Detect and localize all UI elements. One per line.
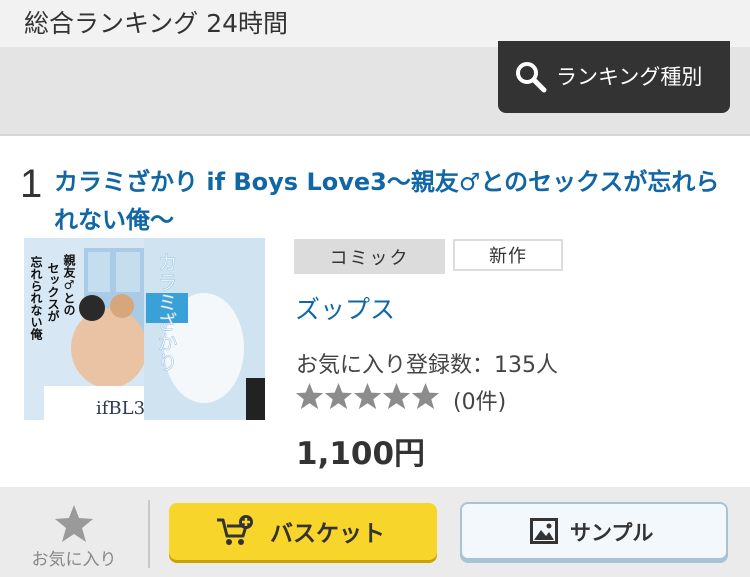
sample-button[interactable]: サンプル (460, 502, 728, 560)
cover-image[interactable]: 親友♂との セックスが 忘れられない俺 カラミざかり ifBL3 (24, 238, 265, 420)
top-title-bar: 総合ランキング 24時間 (0, 0, 750, 47)
new-tag: 新作 (453, 239, 563, 271)
star-icon (411, 382, 440, 410)
sample-label: サンプル (570, 521, 654, 545)
cover-logo: ifBL3 (96, 398, 145, 419)
item-title-link[interactable]: カラミざかり if Boys Love3〜親友♂とのセックスが忘れられない俺〜 (54, 163, 734, 239)
image-icon (530, 518, 558, 544)
star-icon (324, 382, 353, 410)
favorite-label: お気に入り (31, 550, 117, 570)
cover-line-2: セックスが (46, 262, 60, 322)
favorite-button[interactable]: お気に入り (16, 503, 132, 573)
divider (148, 500, 150, 568)
cover-vertical-title: カラミざかり (154, 252, 178, 372)
author-link[interactable]: ズップス (295, 290, 395, 326)
basket-button[interactable]: バスケット (169, 503, 437, 560)
favorite-count: お気に入り登録数：135人 (296, 353, 558, 378)
basket-label: バスケット (270, 521, 385, 547)
price: 1,100円 (296, 436, 426, 472)
cover-line-3: 忘れられない俺 (29, 255, 43, 341)
cover-line-1: 親友♂との (62, 253, 76, 316)
star-icon (382, 382, 411, 410)
page-title: 総合ランキング 24時間 (24, 9, 289, 38)
search-icon (516, 62, 547, 93)
category-tag[interactable]: コミック (294, 239, 445, 274)
star-icon (295, 382, 324, 410)
cart-plus-icon (217, 515, 253, 545)
rating-stars (295, 382, 440, 411)
review-count[interactable]: (0件) (453, 384, 506, 416)
star-icon (55, 505, 93, 542)
ranking-type-label: ランキング種別 (556, 65, 703, 89)
ranking-type-button[interactable]: ランキング種別 (498, 41, 730, 113)
rank-number: 1 (20, 162, 43, 206)
star-icon (353, 382, 382, 410)
